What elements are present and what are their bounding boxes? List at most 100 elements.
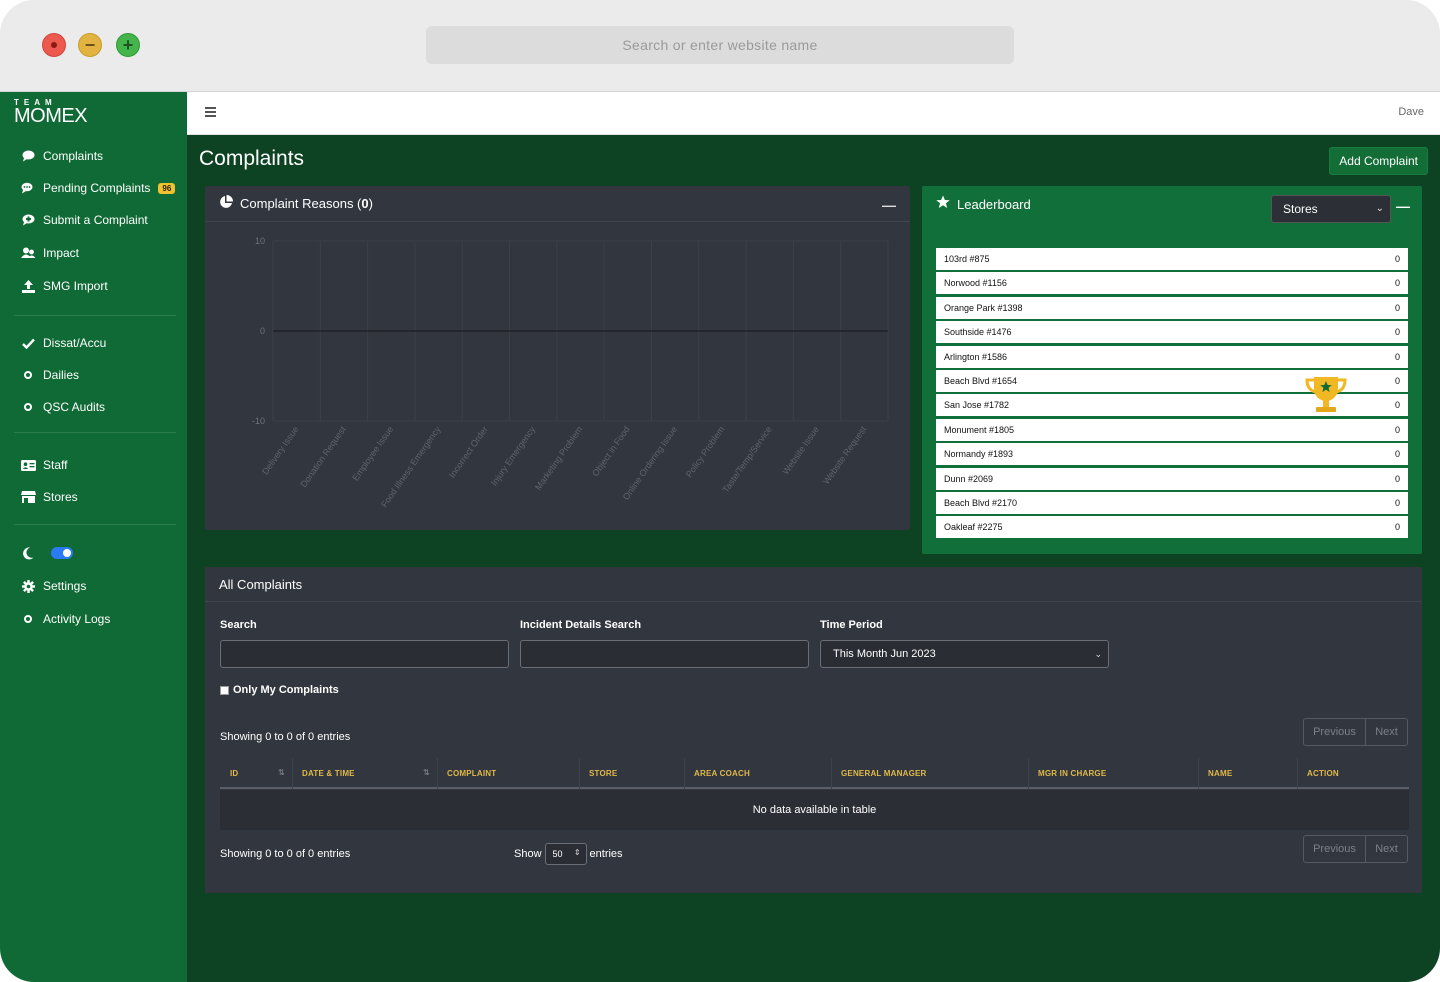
sidebar-item-stores[interactable]: Stores (20, 486, 78, 508)
x-tick-label: Delivery Issue (260, 424, 301, 476)
sidebar-divider (14, 524, 176, 525)
leaderboard-store-name: 103rd #875 (944, 254, 990, 264)
leaderboard-store-value: 0 (1394, 424, 1400, 435)
brand-logo[interactable]: TEAM MOMEX (14, 98, 174, 132)
leaderboard-row: Norwood #1156 0 (936, 272, 1408, 295)
x-tick-label: Taste/Temp/Service (720, 424, 773, 494)
sidebar-item-qsc-audits[interactable]: QSC Audits (20, 396, 105, 418)
time-period-select[interactable]: This Month Jun 2023 ⌄ (820, 640, 1109, 668)
x-tick-label: Website Issue (781, 424, 822, 476)
x-tick-label: Object in Food (590, 424, 632, 478)
leaderboard-store-value: 0 (1394, 351, 1400, 362)
column-store[interactable]: STORE (589, 769, 617, 778)
x-tick-label: Website Request (821, 424, 869, 486)
previous-page-button[interactable]: Previous (1304, 836, 1366, 862)
complaint-reasons-title: Complaint Reasons (0) (240, 196, 373, 211)
add-complaint-button[interactable]: Add Complaint (1329, 147, 1428, 175)
leaderboard-store-name: Dunn #2069 (944, 473, 994, 484)
upload-icon (20, 278, 36, 294)
only-my-complaints-checkbox[interactable]: Only My Complaints (220, 684, 339, 696)
column-divider (1297, 758, 1298, 789)
pagination-top: Previous Next (1303, 718, 1408, 746)
sidebar-item-dailies[interactable]: Dailies (20, 364, 79, 386)
sidebar-item-pending-complaints[interactable]: Pending Complaints 96 (20, 177, 176, 199)
complaint-reasons-header: Complaint Reasons (0) (205, 186, 910, 222)
incident-details-label: Incident Details Search (520, 619, 642, 631)
leaderboard-store-value: 0 (1394, 254, 1400, 264)
column-divider (1198, 758, 1199, 789)
x-tick-label: Marketing Problem (533, 424, 585, 492)
search-label: Search (220, 619, 257, 631)
complaint-reasons-card: Complaint Reasons (0) — 10 0 -10 Delivery I… (205, 186, 910, 530)
x-tick-label: Donation Request (298, 424, 348, 489)
dark-mode-switch[interactable] (51, 547, 73, 559)
leaderboard-store-name: Orange Park #1398 (944, 302, 1023, 313)
sidebar-item-staff[interactable]: Staff (20, 454, 67, 476)
incident-details-search-input[interactable] (520, 640, 809, 668)
collapse-chart-button[interactable]: — (882, 197, 896, 213)
page-length-select[interactable]: 50 ⇕ (544, 843, 587, 865)
sidebar-item-label: Activity Logs (43, 612, 111, 626)
sidebar-item-label: QSC Audits (43, 400, 106, 414)
sidebar-item-settings[interactable]: Settings (20, 575, 86, 597)
close-window-button[interactable] (42, 33, 66, 57)
maximize-window-button[interactable]: + (116, 33, 140, 57)
sidebar-item-label: Pending Complaints (43, 181, 151, 195)
leaderboard-title: Leaderboard (957, 196, 1031, 212)
x-tick-label: Employee Issue (350, 424, 395, 482)
minimize-window-button[interactable]: − (78, 33, 102, 57)
checkbox[interactable] (220, 685, 229, 695)
address-bar[interactable]: Search or enter website name (426, 26, 1014, 64)
x-tick-label: Online Ordering Issue (621, 424, 679, 501)
column-action[interactable]: ACTION (1307, 769, 1339, 778)
chevron-down-icon: ⌄ (1375, 203, 1384, 214)
leaderboard-store-name: Beach Blvd #2170 (944, 497, 1018, 508)
sort-icon[interactable]: ⇅ (278, 768, 285, 777)
column-area-coach[interactable]: AREA COACH (694, 769, 750, 778)
y-tick-label: -10 (252, 416, 265, 426)
browser-toolbar: − + Search or enter website name (0, 0, 1440, 92)
sidebar-divider (14, 315, 176, 316)
sidebar-item-smg-import[interactable]: SMG Import (20, 275, 108, 297)
leaderboard-scope-value: Stores (1283, 202, 1318, 216)
pie-chart-icon (219, 195, 233, 212)
sidebar-item-complaints[interactable]: Complaints (20, 145, 103, 167)
leaderboard-store-name: Southside #1476 (944, 327, 1012, 338)
column-id[interactable]: ID (230, 769, 238, 778)
comment-dots-icon (20, 212, 36, 228)
pagination-bottom: Previous Next (1303, 835, 1408, 863)
dark-mode-toggle[interactable] (20, 542, 73, 564)
column-name[interactable]: NAME (1208, 769, 1232, 778)
column-complaint[interactable]: COMPLAINT (447, 769, 496, 778)
column-divider (684, 758, 685, 789)
column-divider (292, 758, 293, 789)
next-page-button[interactable]: Next (1366, 719, 1407, 745)
leaderboard-card: Leaderboard Stores ⌄ — 103rd #875 0 Norwoo… (922, 186, 1422, 554)
page-length-control: Show 50 ⇕ entries (514, 843, 623, 865)
complaints-table-header: ID ⇅ DATE & TIME ⇅ COMPLAINT STORE AREA … (220, 758, 1409, 789)
column-general-manager[interactable]: GENERAL MANAGER (841, 769, 927, 778)
column-mgr-in-charge[interactable]: MGR IN CHARGE (1038, 769, 1106, 778)
sidebar-item-label: Staff (43, 458, 68, 472)
sort-icon[interactable]: ⇅ (423, 768, 430, 777)
previous-page-button[interactable]: Previous (1304, 719, 1366, 745)
leaderboard-scope-select[interactable]: Stores ⌄ (1271, 195, 1391, 223)
leaderboard-store-name: Monument #1805 (944, 424, 1015, 435)
menu-toggle-icon[interactable] (205, 107, 216, 117)
page-length-value: 50 (552, 849, 563, 859)
sidebar-item-submit-complaint[interactable]: Submit a Complaint (20, 209, 148, 231)
search-input[interactable] (220, 640, 509, 668)
sidebar-item-activity-logs[interactable]: Activity Logs (20, 608, 110, 630)
user-name[interactable]: Dave (1398, 106, 1424, 118)
column-date-time[interactable]: DATE & TIME (302, 769, 355, 778)
gear-icon (20, 578, 36, 594)
collapse-leaderboard-button[interactable]: — (1396, 198, 1410, 214)
circle-icon (20, 399, 36, 415)
sidebar-item-dissat-accu[interactable]: Dissat/Accu (20, 332, 106, 354)
main-content: Complaints Add Complaint Complaint Reaso… (187, 135, 1440, 982)
next-page-button[interactable]: Next (1366, 836, 1407, 862)
leaderboard-row: Dunn #2069 0 (936, 467, 1408, 490)
sidebar-item-impact[interactable]: Impact (20, 242, 79, 264)
all-complaints-title: All Complaints (205, 567, 1422, 602)
sidebar-item-label: Submit a Complaint (43, 213, 148, 227)
